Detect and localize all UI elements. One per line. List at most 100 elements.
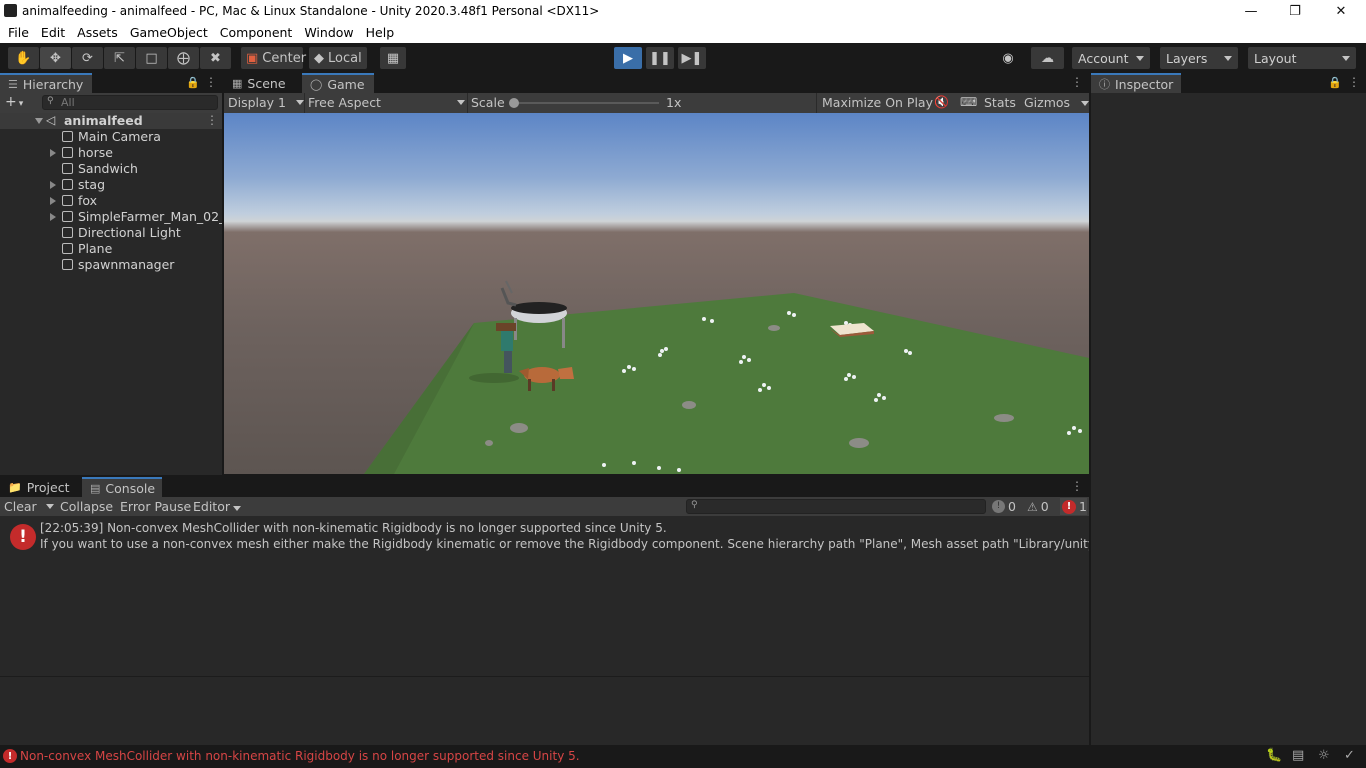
- aspect-label: Free Aspect: [308, 95, 381, 110]
- rect-tool-button[interactable]: □: [136, 47, 167, 69]
- scale-slider-handle[interactable]: [509, 98, 519, 108]
- cloud-button[interactable]: ☁: [1031, 47, 1064, 69]
- display-dropdown[interactable]: Display 1: [228, 95, 304, 110]
- collab-button[interactable]: ◉: [995, 47, 1021, 69]
- more-options-icon[interactable]: ⋮: [205, 75, 217, 89]
- expand-arrow-icon[interactable]: [50, 181, 56, 189]
- list-item[interactable]: spawnmanager: [0, 257, 222, 273]
- game-viewport[interactable]: [224, 113, 1089, 474]
- bottom-tabbar: 📁 Project ▤ Console ⋮: [0, 477, 1089, 497]
- warning-count-toggle[interactable]: ⚠ 0: [1027, 499, 1049, 514]
- hand-icon: ✋: [15, 50, 32, 66]
- collapse-toggle[interactable]: Collapse: [60, 499, 113, 514]
- custom-tool-button[interactable]: ✖: [200, 47, 231, 69]
- list-item[interactable]: fox: [0, 193, 222, 209]
- aspect-dropdown[interactable]: Free Aspect: [308, 95, 465, 110]
- console-search-input[interactable]: ⚲: [686, 499, 986, 514]
- scene-root-row[interactable]: ◁ animalfeed ⋮: [0, 113, 222, 129]
- lock-icon[interactable]: 🔒: [186, 76, 200, 89]
- lighting-icon[interactable]: ☼: [1318, 748, 1330, 763]
- scale-value: 1x: [666, 95, 682, 110]
- more-options-icon[interactable]: ⋮: [1348, 75, 1360, 89]
- account-dropdown[interactable]: Account: [1072, 47, 1150, 69]
- error-count-toggle[interactable]: ! 1: [1060, 498, 1087, 515]
- editor-dropdown[interactable]: Editor: [193, 499, 241, 514]
- tab-hierarchy[interactable]: ☰ Hierarchy: [0, 73, 92, 93]
- menu-component[interactable]: Component: [214, 25, 299, 40]
- move-icon: ✥: [50, 50, 61, 66]
- pivot-center-toggle[interactable]: ▣ Center: [241, 47, 306, 69]
- layers-dropdown[interactable]: Layers: [1160, 47, 1238, 69]
- list-item[interactable]: Sandwich: [0, 161, 222, 177]
- more-options-icon[interactable]: ⋮: [1071, 75, 1083, 89]
- console-splitter[interactable]: [0, 676, 1089, 677]
- list-item[interactable]: Directional Light: [0, 225, 222, 241]
- chevron-down-icon[interactable]: [1081, 101, 1089, 106]
- menu-file[interactable]: File: [2, 25, 35, 40]
- shortcuts-icon[interactable]: ⌨: [960, 95, 977, 109]
- window-title: animalfeeding - animalfeed - PC, Mac & L…: [22, 4, 600, 18]
- step-button[interactable]: ▶❚: [678, 47, 706, 69]
- step-icon: ▶❚: [681, 50, 703, 66]
- list-icon: ☰: [8, 77, 18, 91]
- tab-console[interactable]: ▤ Console: [82, 477, 162, 497]
- tab-game[interactable]: ◯ Game: [302, 73, 374, 93]
- log-count-toggle[interactable]: ! 0: [992, 499, 1016, 514]
- scale-tool-button[interactable]: ⇱: [104, 47, 135, 69]
- status-message[interactable]: Non-convex MeshCollider with non-kinemat…: [20, 749, 580, 763]
- menu-assets[interactable]: Assets: [71, 25, 124, 40]
- list-item[interactable]: horse: [0, 145, 222, 161]
- menu-window[interactable]: Window: [298, 25, 359, 40]
- inspector-panel: ⓘ Inspector 🔒 ⋮: [1091, 73, 1366, 745]
- hand-tool-button[interactable]: ✋: [8, 47, 39, 69]
- play-button[interactable]: ▶: [614, 47, 642, 69]
- error-pause-toggle[interactable]: Error Pause: [120, 499, 191, 514]
- expand-arrow-icon[interactable]: [50, 197, 56, 205]
- debug-mode-icon[interactable]: 🐛: [1266, 748, 1282, 763]
- stats-toggle[interactable]: Stats: [984, 95, 1016, 110]
- menu-help[interactable]: Help: [360, 25, 401, 40]
- expand-arrow-icon[interactable]: [50, 213, 56, 221]
- gizmos-toggle[interactable]: Gizmos: [1024, 95, 1070, 110]
- pivot-space-toggle[interactable]: ◆ Local: [309, 47, 367, 69]
- move-tool-button[interactable]: ✥: [40, 47, 71, 69]
- mute-audio-icon[interactable]: 🔇: [934, 95, 949, 109]
- scale-slider-track[interactable]: [514, 102, 659, 104]
- menu-edit[interactable]: Edit: [35, 25, 71, 40]
- minimize-button[interactable]: —: [1228, 0, 1274, 22]
- divider: [467, 93, 468, 113]
- transform-tool-button[interactable]: ⨁: [168, 47, 199, 69]
- tab-project[interactable]: 📁 Project: [0, 477, 80, 497]
- search-placeholder: All: [61, 96, 75, 109]
- progress-icon[interactable]: ▤: [1292, 748, 1304, 763]
- divider: [304, 93, 305, 113]
- scene-tab-label: Scene: [247, 75, 286, 91]
- chevron-down-icon: [1136, 55, 1144, 61]
- list-item[interactable]: SimpleFarmer_Man_02_Br: [0, 209, 222, 225]
- menu-gameobject[interactable]: GameObject: [124, 25, 214, 40]
- more-options-icon[interactable]: ⋮: [1071, 479, 1083, 493]
- rotate-tool-button[interactable]: ⟳: [72, 47, 103, 69]
- clear-button[interactable]: Clear: [4, 499, 37, 514]
- lock-icon[interactable]: 🔒: [1328, 76, 1342, 89]
- close-button[interactable]: ✕: [1318, 0, 1364, 22]
- clear-options-chevron-icon[interactable]: [46, 504, 54, 509]
- scale-icon: ⇱: [114, 50, 125, 66]
- console-entry[interactable]: ! [22:05:39] Non-convex MeshCollider wit…: [0, 518, 1089, 554]
- expand-arrow-icon[interactable]: [50, 149, 56, 157]
- list-item[interactable]: stag: [0, 177, 222, 193]
- pause-button[interactable]: ❚❚: [646, 47, 674, 69]
- grid-snap-button[interactable]: ▦: [380, 47, 406, 69]
- tab-inspector[interactable]: ⓘ Inspector: [1091, 73, 1181, 93]
- maximize-button[interactable]: ❐: [1272, 0, 1318, 22]
- layout-dropdown[interactable]: Layout: [1248, 47, 1356, 69]
- list-item[interactable]: Plane: [0, 241, 222, 257]
- expand-arrow-icon[interactable]: [35, 118, 43, 124]
- list-item[interactable]: Main Camera: [0, 129, 222, 145]
- tab-scene[interactable]: ▦ Scene: [224, 73, 298, 93]
- maximize-on-play-toggle[interactable]: Maximize On Play: [822, 95, 933, 110]
- hierarchy-search-input[interactable]: ⚲ All: [42, 95, 218, 110]
- more-options-icon[interactable]: ⋮: [206, 113, 218, 127]
- create-add-button[interactable]: + ▾: [5, 94, 23, 110]
- checkmark-icon[interactable]: ✓: [1344, 748, 1355, 763]
